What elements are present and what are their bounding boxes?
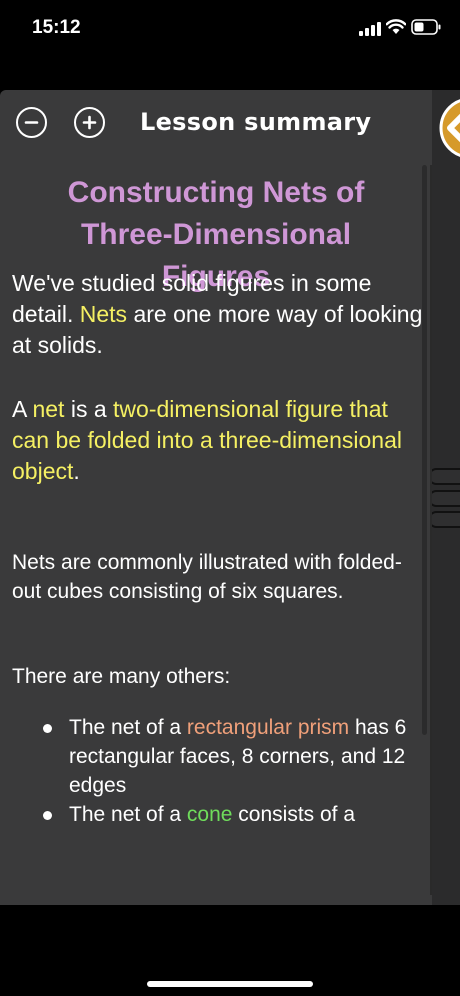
home-indicator[interactable] (147, 981, 313, 987)
term-net[interactable]: net (32, 396, 64, 422)
paragraph-cubes: Nets are commonly illustrated with folde… (12, 551, 402, 603)
wifi-icon (386, 19, 406, 34)
minus-icon (24, 121, 39, 124)
lesson-title-line: Three-Dimensional (80, 218, 352, 251)
drawer-handle[interactable] (428, 511, 460, 528)
list-item: The net of a rectangular prism has 6 rec… (0, 713, 432, 800)
zoom-in-button[interactable] (74, 107, 105, 138)
battery-icon (411, 19, 441, 35)
drawer-handle[interactable] (428, 468, 460, 485)
bullet-icon (43, 724, 52, 733)
header-title: Lesson summary (140, 108, 372, 136)
examples-list: The net of a rectangular prism has 6 rec… (0, 713, 432, 829)
term-cone[interactable]: cone (187, 803, 233, 826)
paragraph-definition: A net is a two-dimensional figure that c… (12, 396, 402, 484)
status-bar: 15:12 (0, 0, 460, 60)
zoom-out-button[interactable] (16, 107, 47, 138)
list-item: The net of a cone consists of a (0, 800, 432, 829)
drawer-handle[interactable] (428, 490, 460, 507)
plus-icon (82, 115, 97, 130)
bullet-icon (43, 811, 52, 820)
status-time: 15:12 (32, 17, 81, 38)
paragraph-intro: We've studied solid figures in some deta… (12, 270, 423, 358)
lesson-title-line: Constructing Nets of (67, 176, 365, 209)
cellular-signal-icon (359, 22, 381, 36)
term-nets[interactable]: Nets (80, 301, 127, 327)
paragraph-others: There are many others: (12, 665, 231, 688)
back-tab-button[interactable] (438, 98, 460, 158)
term-rectangular-prism[interactable]: rectangular prism (187, 716, 349, 739)
